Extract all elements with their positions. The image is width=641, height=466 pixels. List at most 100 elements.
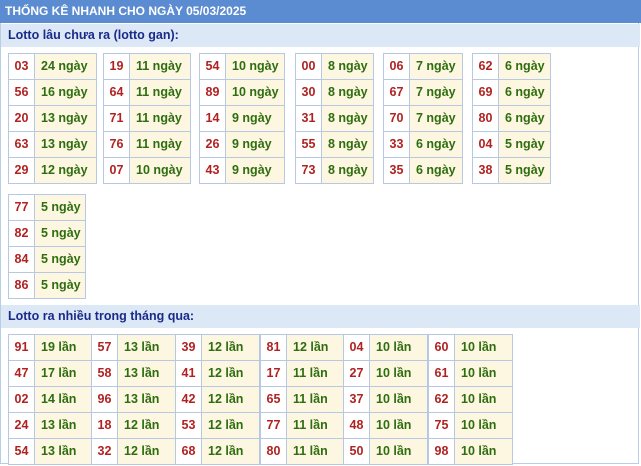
frequent-block: 39 12 lần 41 12 lần 42 12 lần 53 12 lần 68 12 lần xyxy=(175,334,260,465)
frequent-block: 91 19 lần 47 17 lần 02 14 lần 24 13 lần 54 13 lần xyxy=(8,334,94,465)
list-item: 19 11 ngày xyxy=(104,54,191,80)
occurrence-count: 12 lần xyxy=(202,361,260,387)
days-absent: 11 ngày xyxy=(130,106,191,132)
list-item: 04 10 lần xyxy=(344,335,428,361)
days-absent: 6 ngày xyxy=(499,80,551,106)
list-item: 56 16 ngày xyxy=(9,80,97,106)
list-item: 68 12 lần xyxy=(176,439,260,465)
lotto-number: 61 xyxy=(429,361,455,387)
occurrence-count: 10 lần xyxy=(455,439,513,465)
list-item: 96 13 lần xyxy=(92,387,176,413)
days-absent: 8 ngày xyxy=(322,132,374,158)
occurrence-count: 11 lần xyxy=(287,387,344,413)
list-item: 64 11 ngày xyxy=(104,80,191,106)
lotto-number: 04 xyxy=(473,132,499,158)
list-item: 58 13 lần xyxy=(92,361,176,387)
days-absent: 8 ngày xyxy=(322,158,374,184)
lotto-number: 67 xyxy=(384,80,410,106)
frequent-block: 04 10 lần 27 10 lần 37 10 lần 48 10 lần 50 10 lần xyxy=(343,334,428,465)
occurrence-count: 10 lần xyxy=(370,335,428,361)
occurrence-count: 13 lần xyxy=(35,413,94,439)
lotto-number: 62 xyxy=(429,387,455,413)
frequent-block: 57 13 lần 58 13 lần 96 13 lần 18 12 lần 32 12 lần xyxy=(91,334,176,465)
occurrence-count: 13 lần xyxy=(118,335,176,361)
days-absent: 9 ngày xyxy=(226,106,285,132)
lotto-number: 56 xyxy=(9,80,35,106)
occurrence-count: 11 lần xyxy=(287,361,344,387)
list-item: 06 7 ngày xyxy=(384,54,463,80)
days-absent: 7 ngày xyxy=(410,106,463,132)
lotto-number: 60 xyxy=(429,335,455,361)
days-absent: 8 ngày xyxy=(322,54,374,80)
lotto-number: 19 xyxy=(104,54,130,80)
occurrence-count: 12 lần xyxy=(202,335,260,361)
list-item: 50 10 lần xyxy=(344,439,428,465)
lotto-number: 24 xyxy=(9,413,35,439)
lotto-number: 77 xyxy=(9,195,35,221)
page-title: THỐNG KÊ NHANH CHO NGÀY 05/03/2025 xyxy=(0,0,641,23)
list-item: 71 11 ngày xyxy=(104,106,191,132)
days-absent: 5 ngày xyxy=(35,247,86,273)
days-absent: 9 ngày xyxy=(226,158,285,184)
lotto-number: 69 xyxy=(473,80,499,106)
list-item: 29 12 ngày xyxy=(9,158,97,184)
list-item: 60 10 lần xyxy=(429,335,513,361)
days-absent: 8 ngày xyxy=(322,80,374,106)
list-item: 27 10 lần xyxy=(344,361,428,387)
lotto-number: 04 xyxy=(344,335,370,361)
frequent-block: 60 10 lần 61 10 lần 62 10 lần 75 10 lần 98 10 lần xyxy=(428,334,513,465)
list-item: 69 6 ngày xyxy=(473,80,551,106)
lotto-number: 38 xyxy=(473,158,499,184)
list-item: 48 10 lần xyxy=(344,413,428,439)
lotto-number: 63 xyxy=(9,132,35,158)
list-item: 47 17 lần xyxy=(9,361,94,387)
frequent-block: 81 12 lần 17 11 lần 65 11 lần 77 11 lần 80 11 lần xyxy=(260,334,344,465)
occurrence-count: 10 lần xyxy=(370,413,428,439)
lotto-number: 17 xyxy=(261,361,287,387)
list-item: 02 14 lần xyxy=(9,387,94,413)
lotto-number: 03 xyxy=(9,54,35,80)
lotto-number: 84 xyxy=(9,247,35,273)
occurrence-count: 10 lần xyxy=(370,361,428,387)
list-item: 39 12 lần xyxy=(176,335,260,361)
list-item: 77 11 lần xyxy=(261,413,344,439)
lotto-number: 57 xyxy=(92,335,118,361)
days-absent: 6 ngày xyxy=(410,158,463,184)
list-item: 42 12 lần xyxy=(176,387,260,413)
lotto-number: 80 xyxy=(473,106,499,132)
lotto-number: 37 xyxy=(344,387,370,413)
lotto-number: 81 xyxy=(261,335,287,361)
list-item: 76 11 ngày xyxy=(104,132,191,158)
lotto-number: 41 xyxy=(176,361,202,387)
days-absent: 13 ngày xyxy=(35,106,97,132)
list-item: 62 6 ngày xyxy=(473,54,551,80)
lotto-number: 39 xyxy=(176,335,202,361)
list-item: 55 8 ngày xyxy=(296,132,374,158)
occurrence-count: 13 lần xyxy=(118,361,176,387)
occurrence-count: 10 lần xyxy=(455,413,513,439)
lotto-number: 06 xyxy=(384,54,410,80)
lotto-number: 65 xyxy=(261,387,287,413)
days-absent: 9 ngày xyxy=(226,132,285,158)
occurrence-count: 12 lần xyxy=(118,439,176,465)
lotto-number: 98 xyxy=(429,439,455,465)
list-item: 89 10 ngày xyxy=(200,80,285,106)
days-absent: 13 ngày xyxy=(35,132,97,158)
lotto-number: 20 xyxy=(9,106,35,132)
lotto-number: 50 xyxy=(344,439,370,465)
lotto-number: 31 xyxy=(296,106,322,132)
occurrence-count: 10 lần xyxy=(455,361,513,387)
lotto-number: 43 xyxy=(200,158,226,184)
list-item: 43 9 ngày xyxy=(200,158,285,184)
lotto-number: 80 xyxy=(261,439,287,465)
list-item: 20 13 ngày xyxy=(9,106,97,132)
list-item: 26 9 ngày xyxy=(200,132,285,158)
list-item: 62 10 lần xyxy=(429,387,513,413)
occurrence-count: 12 lần xyxy=(287,335,344,361)
occurrence-count: 13 lần xyxy=(118,387,176,413)
lotto-number: 54 xyxy=(200,54,226,80)
lotto-number: 73 xyxy=(296,158,322,184)
list-item: 84 5 ngày xyxy=(9,247,86,273)
list-item: 32 12 lần xyxy=(92,439,176,465)
list-item: 30 8 ngày xyxy=(296,80,374,106)
